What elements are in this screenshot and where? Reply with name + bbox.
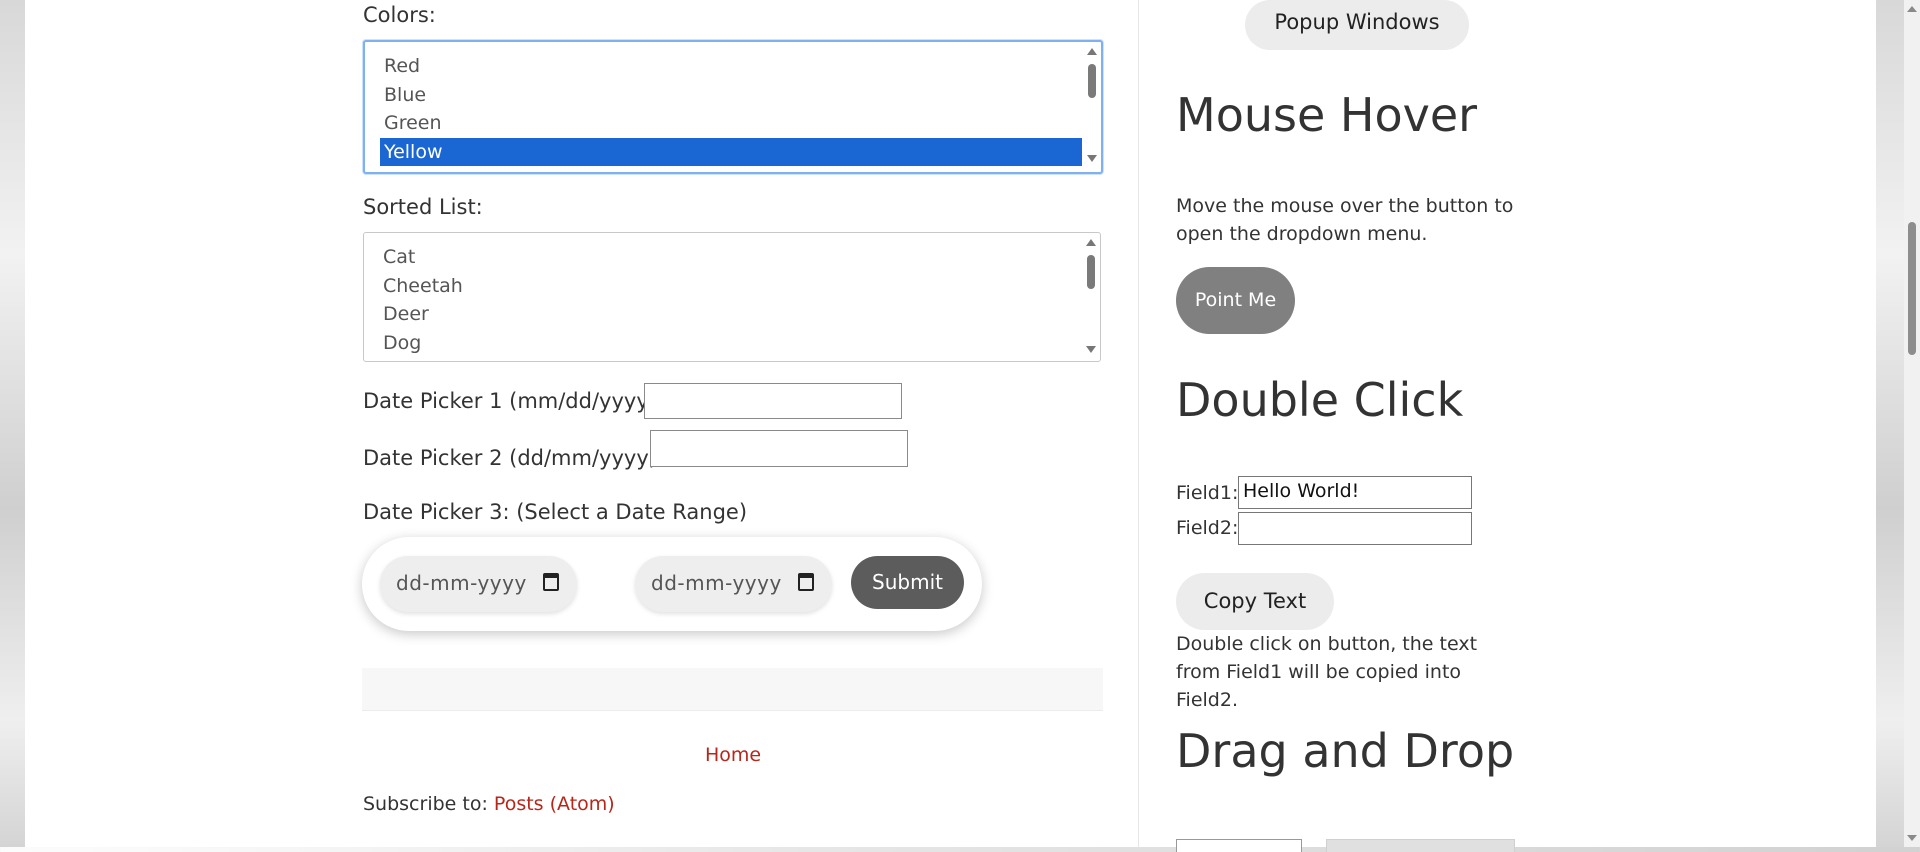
datepicker1-label: Date Picker 1 (mm/dd/yyyy): [363, 389, 665, 413]
droppable-box[interactable] [1326, 839, 1515, 852]
listbox-scrollbar[interactable] [1084, 235, 1098, 355]
date-range-form: dd-mm-yyyy dd-mm-yyyy Submit [362, 537, 982, 631]
field2-label: Field2: [1176, 517, 1239, 539]
field2-input[interactable] [1238, 512, 1472, 545]
scroll-down-icon[interactable] [1086, 346, 1096, 353]
posts-atom-link[interactable]: Posts (Atom) [494, 793, 615, 815]
field1-input[interactable]: Hello World! [1238, 476, 1472, 509]
start-date-input[interactable]: dd-mm-yyyy [380, 556, 577, 612]
subscribe-prefix: Subscribe to: [363, 793, 488, 815]
scroll-up-icon[interactable] [1086, 239, 1096, 246]
submit-button[interactable]: Submit [851, 556, 964, 609]
subscribe-line: Subscribe to: Posts (Atom) [363, 793, 615, 815]
double-click-heading: Double Click [1176, 373, 1464, 427]
footer-band [362, 668, 1103, 711]
scroll-thumb[interactable] [1088, 64, 1096, 98]
colors-label: Colors: [363, 3, 436, 27]
drag-drop-heading: Drag and Drop [1176, 724, 1515, 778]
list-item-selected[interactable]: Yellow [380, 137, 1082, 166]
listbox-scrollbar[interactable] [1085, 44, 1099, 164]
copy-text-button[interactable]: Copy Text [1176, 573, 1334, 630]
list-item[interactable]: Green [380, 109, 1082, 138]
start-date-placeholder: dd-mm-yyyy [396, 571, 527, 595]
home-link[interactable]: Home [705, 744, 761, 766]
scroll-thumb[interactable] [1908, 222, 1916, 355]
datepicker2-input[interactable] [650, 430, 908, 467]
sorted-list-label: Sorted List: [363, 195, 483, 219]
popup-windows-button[interactable]: Popup Windows [1245, 0, 1469, 50]
scroll-up-icon[interactable] [1087, 48, 1097, 55]
scroll-thumb[interactable] [1087, 255, 1095, 289]
list-item[interactable]: Cat [379, 243, 1081, 272]
mouse-hover-heading: Mouse Hover [1176, 88, 1478, 142]
list-item[interactable]: Cheetah [379, 272, 1081, 301]
list-item[interactable]: Dog [379, 329, 1081, 358]
datepicker2-label: Date Picker 2 (dd/mm/yyyy) : [363, 446, 671, 470]
background-right [1876, 0, 1904, 847]
list-item[interactable]: Deer [379, 300, 1081, 329]
colors-listbox[interactable]: Red Blue Green Yellow [363, 40, 1103, 174]
scroll-up-icon[interactable] [1907, 6, 1917, 12]
double-click-text: Double click on button, the text from Fi… [1176, 633, 1478, 711]
page-scrollbar[interactable] [1904, 0, 1920, 847]
mouse-hover-text: Move the mouse over the button to open t… [1176, 195, 1514, 245]
column-divider [1138, 0, 1139, 847]
datepicker3-label: Date Picker 3: (Select a Date Range) [363, 500, 748, 524]
background-left [0, 0, 25, 847]
list-item[interactable]: Red [380, 52, 1082, 81]
end-date-input[interactable]: dd-mm-yyyy [635, 556, 832, 612]
datepicker1-input[interactable] [644, 383, 902, 419]
sorted-listbox[interactable]: Cat Cheetah Deer Dog [363, 232, 1101, 362]
point-me-button[interactable]: Point Me [1176, 267, 1295, 334]
scroll-down-icon[interactable] [1907, 835, 1917, 841]
draggable-box[interactable] [1176, 839, 1302, 852]
calendar-icon[interactable] [543, 573, 559, 591]
scroll-down-icon[interactable] [1087, 155, 1097, 162]
field1-label: Field1: [1176, 482, 1239, 504]
calendar-icon[interactable] [798, 573, 814, 591]
end-date-placeholder: dd-mm-yyyy [651, 571, 782, 595]
list-item[interactable]: Blue [380, 81, 1082, 110]
